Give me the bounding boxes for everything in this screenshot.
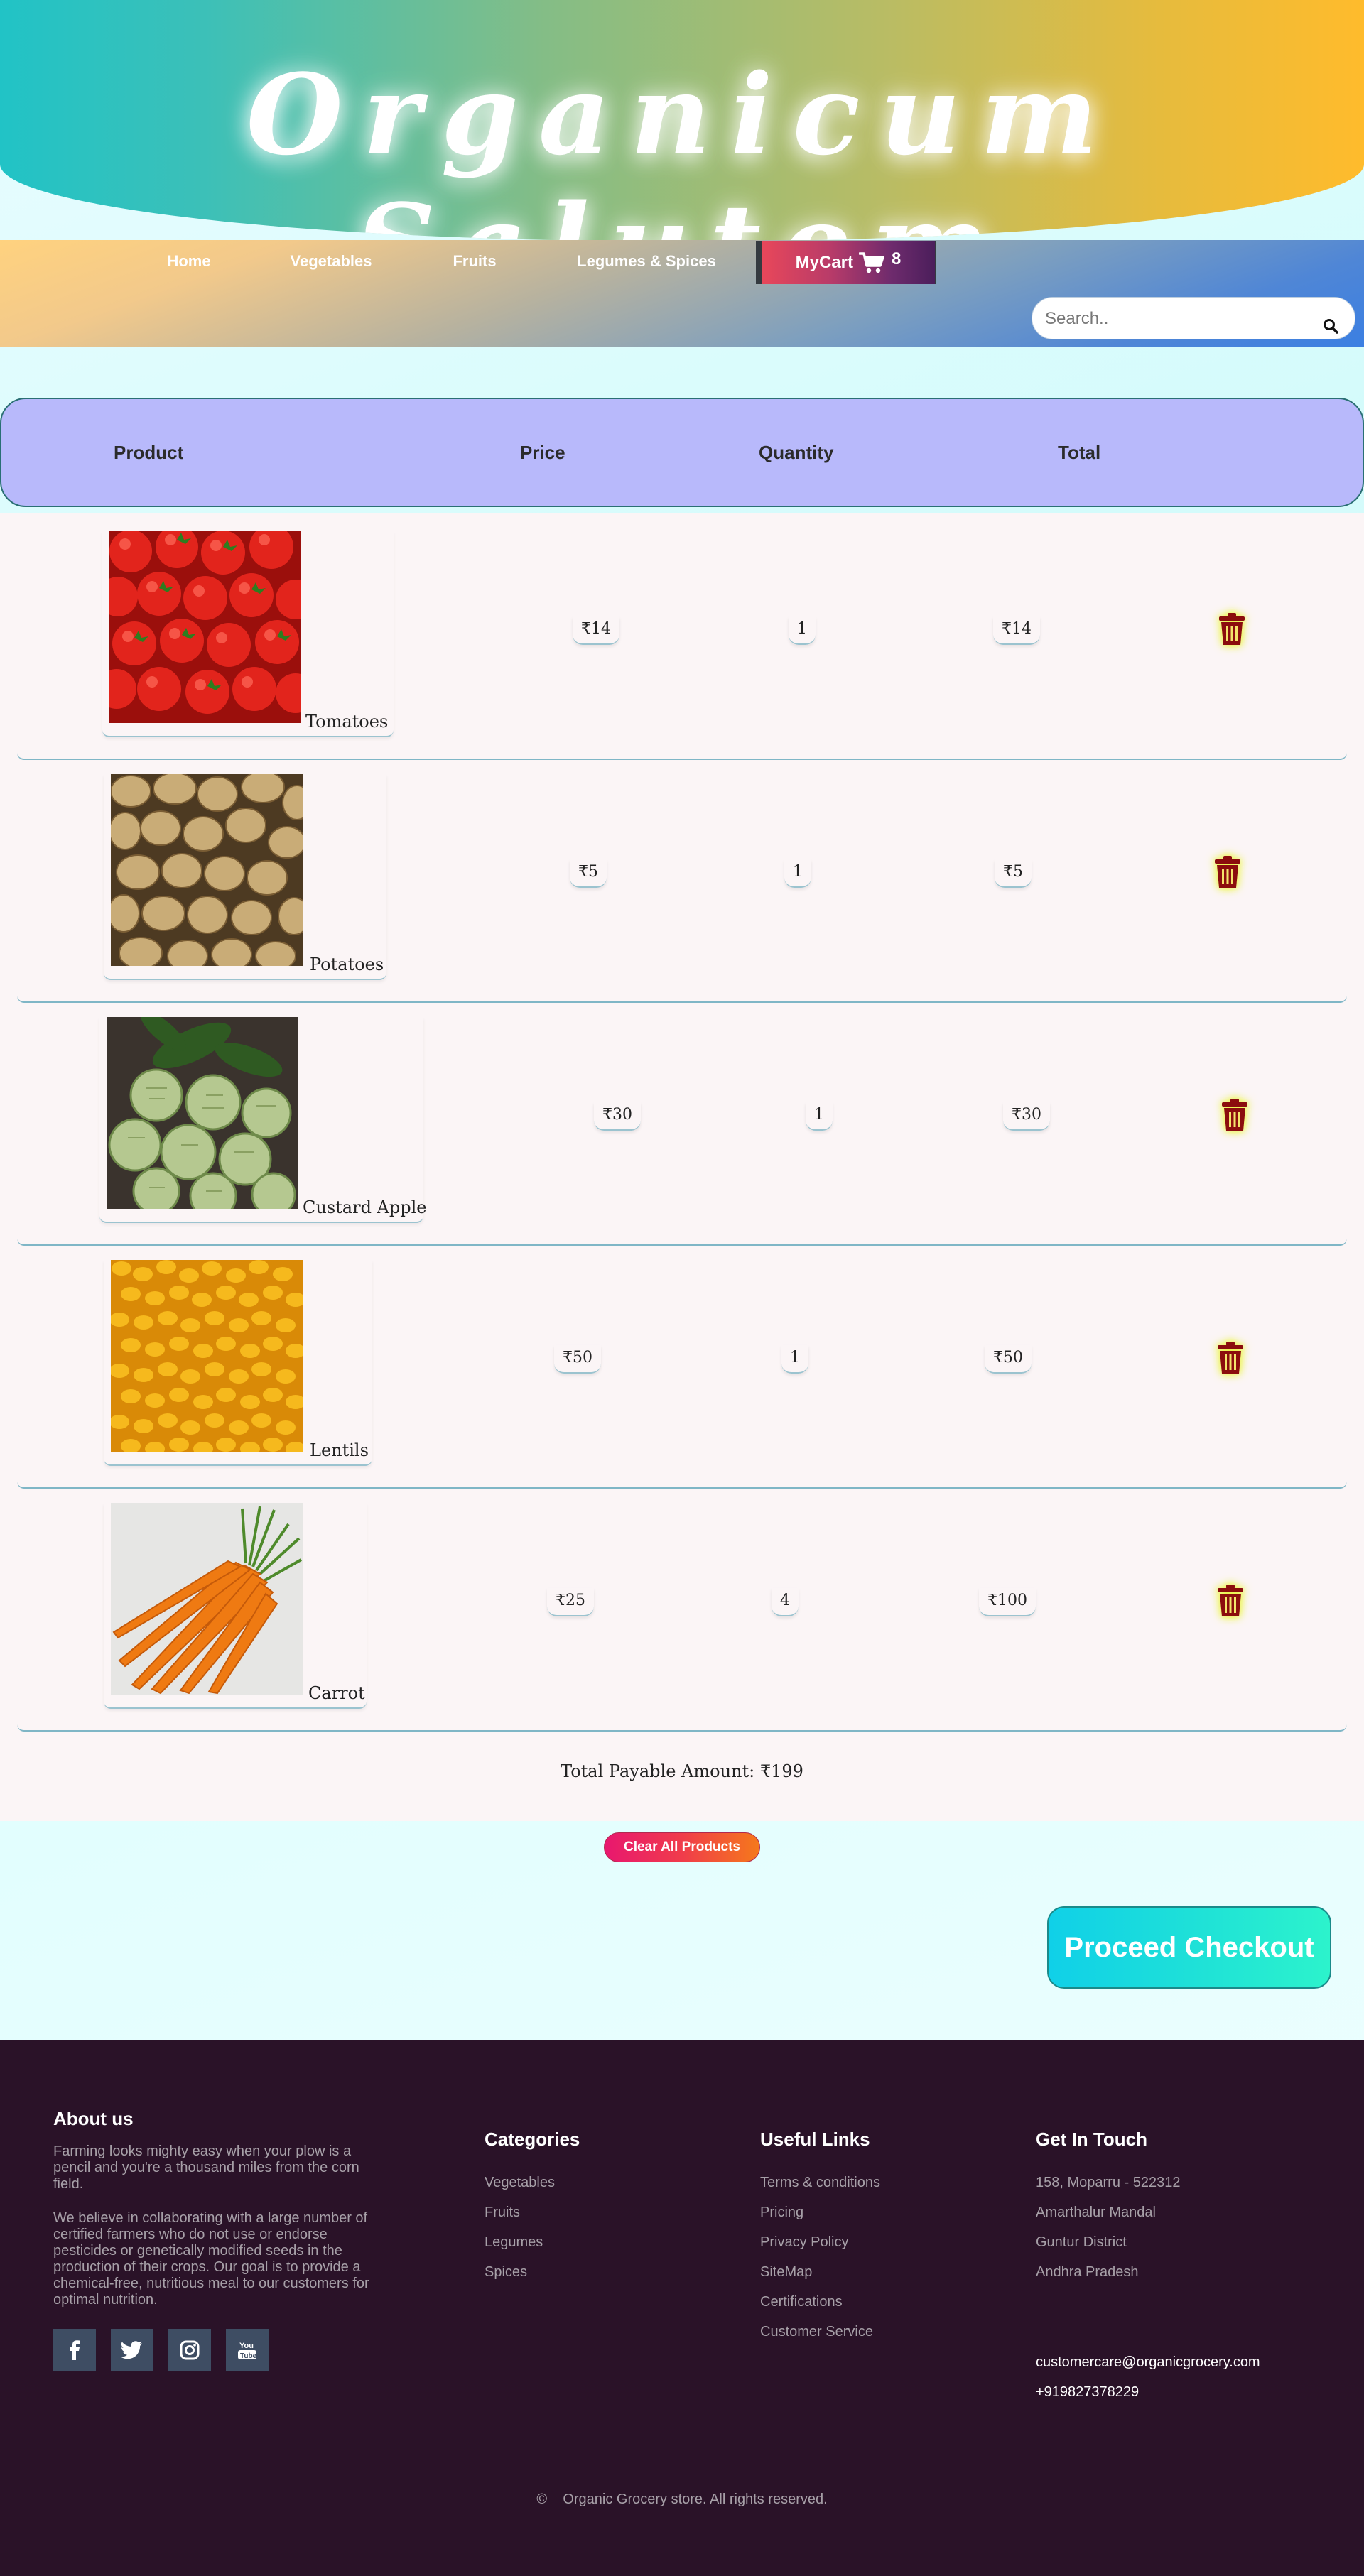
col-total: Total: [1058, 442, 1101, 463]
product-cell: Tomatoes: [102, 531, 394, 737]
hero-banner: Organicum Salutem: [0, 0, 1364, 241]
trash-icon[interactable]: [1219, 1098, 1250, 1132]
quantity-cell: 1: [781, 1345, 808, 1374]
copyright-text: Organic Grocery store. All rights reserv…: [563, 2491, 828, 2507]
contact-title: Get In Touch: [1036, 2129, 1147, 2150]
site-title: Organicum Salutem: [246, 50, 1118, 241]
nav-home[interactable]: Home: [161, 250, 217, 273]
categories-title: Categories: [485, 2129, 580, 2150]
price-cell: ₹30: [594, 1102, 641, 1131]
svg-text:You: You: [239, 2342, 254, 2350]
facebook-link[interactable]: [53, 2329, 96, 2371]
product-cell: Custard Apple: [99, 1017, 427, 1223]
mycart-label: MyCart: [795, 253, 853, 272]
product-name: Carrot: [308, 1683, 365, 1703]
contact-phone[interactable]: +919827378229: [1036, 2384, 1139, 2401]
product-cell: Potatoes: [104, 774, 386, 980]
quantity-cell: 1: [806, 1102, 833, 1131]
product-image-tomatoes: [109, 531, 301, 723]
link-sitemap[interactable]: SiteMap: [760, 2264, 812, 2281]
contact-email[interactable]: customercare@organicgrocery.com: [1036, 2354, 1260, 2371]
price-cell: ₹25: [547, 1588, 594, 1616]
useful-links-title: Useful Links: [760, 2129, 870, 2150]
link-customer-service[interactable]: Customer Service: [760, 2324, 873, 2340]
nav-vegetables[interactable]: Vegetables: [281, 250, 381, 273]
about-title: About us: [53, 2108, 134, 2129]
facebook-icon: [70, 2340, 80, 2360]
link-terms[interactable]: Terms & conditions: [760, 2175, 880, 2191]
price-cell: ₹14: [573, 616, 619, 645]
category-vegetables[interactable]: Vegetables: [485, 2175, 555, 2191]
col-price: Price: [520, 442, 565, 463]
cart-icon: [859, 252, 884, 273]
price-cell: ₹50: [554, 1345, 601, 1374]
trash-icon[interactable]: [1216, 612, 1247, 646]
proceed-checkout-button[interactable]: Proceed Checkout: [1047, 1906, 1331, 1989]
youtube-icon: You Tube: [238, 2342, 257, 2360]
search-icon[interactable]: [1322, 317, 1339, 335]
nav-fruits[interactable]: Fruits: [445, 250, 504, 273]
product-image-potatoes: [111, 774, 303, 966]
quantity-cell: 1: [789, 616, 816, 645]
youtube-link[interactable]: You Tube: [226, 2329, 269, 2371]
category-legumes[interactable]: Legumes: [485, 2234, 543, 2251]
instagram-link[interactable]: [168, 2329, 211, 2371]
address-line: 158, Moparru - 522312: [1036, 2175, 1181, 2190]
product-image-custard-apple: [107, 1017, 298, 1209]
instagram-icon: [180, 2340, 200, 2360]
quantity-cell: 1: [784, 859, 811, 888]
cart-count-badge: 8: [892, 249, 902, 268]
price-cell: ₹5: [570, 859, 607, 888]
trash-icon[interactable]: [1215, 1341, 1246, 1375]
col-quantity: Quantity: [759, 442, 834, 463]
copyright: © Organic Grocery store. All rights rese…: [0, 2491, 1364, 2508]
total-cell: ₹5: [995, 859, 1032, 888]
link-pricing[interactable]: Pricing: [760, 2205, 803, 2221]
twitter-icon: [121, 2341, 142, 2359]
address-line: Amarthalur Mandal: [1036, 2205, 1156, 2220]
total-payable: Total Payable Amount: ₹199: [561, 1761, 803, 1781]
copyright-symbol: ©: [536, 2491, 548, 2507]
twitter-link[interactable]: [111, 2329, 153, 2371]
clear-all-button[interactable]: Clear All Products: [604, 1832, 760, 1862]
category-spices[interactable]: Spices: [485, 2264, 527, 2281]
search-input[interactable]: [1045, 306, 1315, 332]
about-text-2: We believe in collaborating with a large…: [53, 2210, 369, 2308]
trash-icon[interactable]: [1212, 855, 1243, 889]
link-privacy[interactable]: Privacy Policy: [760, 2234, 848, 2251]
col-product: Product: [114, 442, 184, 463]
product-image-lentils: [111, 1260, 303, 1452]
category-fruits[interactable]: Fruits: [485, 2205, 520, 2221]
total-cell: ₹30: [1003, 1102, 1050, 1131]
nav-legumes-spices[interactable]: Legumes & Spices: [568, 250, 725, 273]
svg-text:Tube: Tube: [240, 2352, 257, 2360]
total-cell: ₹50: [985, 1345, 1032, 1374]
product-name: Custard Apple: [303, 1197, 427, 1217]
link-certifications[interactable]: Certifications: [760, 2294, 843, 2310]
mycart-button[interactable]: MyCart 8: [756, 241, 936, 284]
product-image-carrot: [111, 1503, 303, 1695]
product-name: Potatoes: [310, 955, 384, 974]
product-name: Tomatoes: [305, 712, 389, 732]
address-line: Andhra Pradesh: [1036, 2264, 1139, 2280]
product-name: Lentils: [310, 1440, 369, 1460]
address-line: Guntur District: [1036, 2234, 1127, 2250]
total-cell: ₹100: [979, 1588, 1036, 1616]
trash-icon[interactable]: [1215, 1584, 1246, 1618]
about-text-1: Farming looks mighty easy when your plow…: [53, 2143, 359, 2192]
cart-table-header: Product Price Quantity Total: [0, 398, 1364, 507]
product-cell: Carrot: [104, 1503, 367, 1709]
product-cell: Lentils: [104, 1260, 372, 1466]
total-cell: ₹14: [993, 616, 1040, 645]
quantity-cell: 4: [772, 1588, 799, 1616]
search-box: [1032, 297, 1355, 339]
